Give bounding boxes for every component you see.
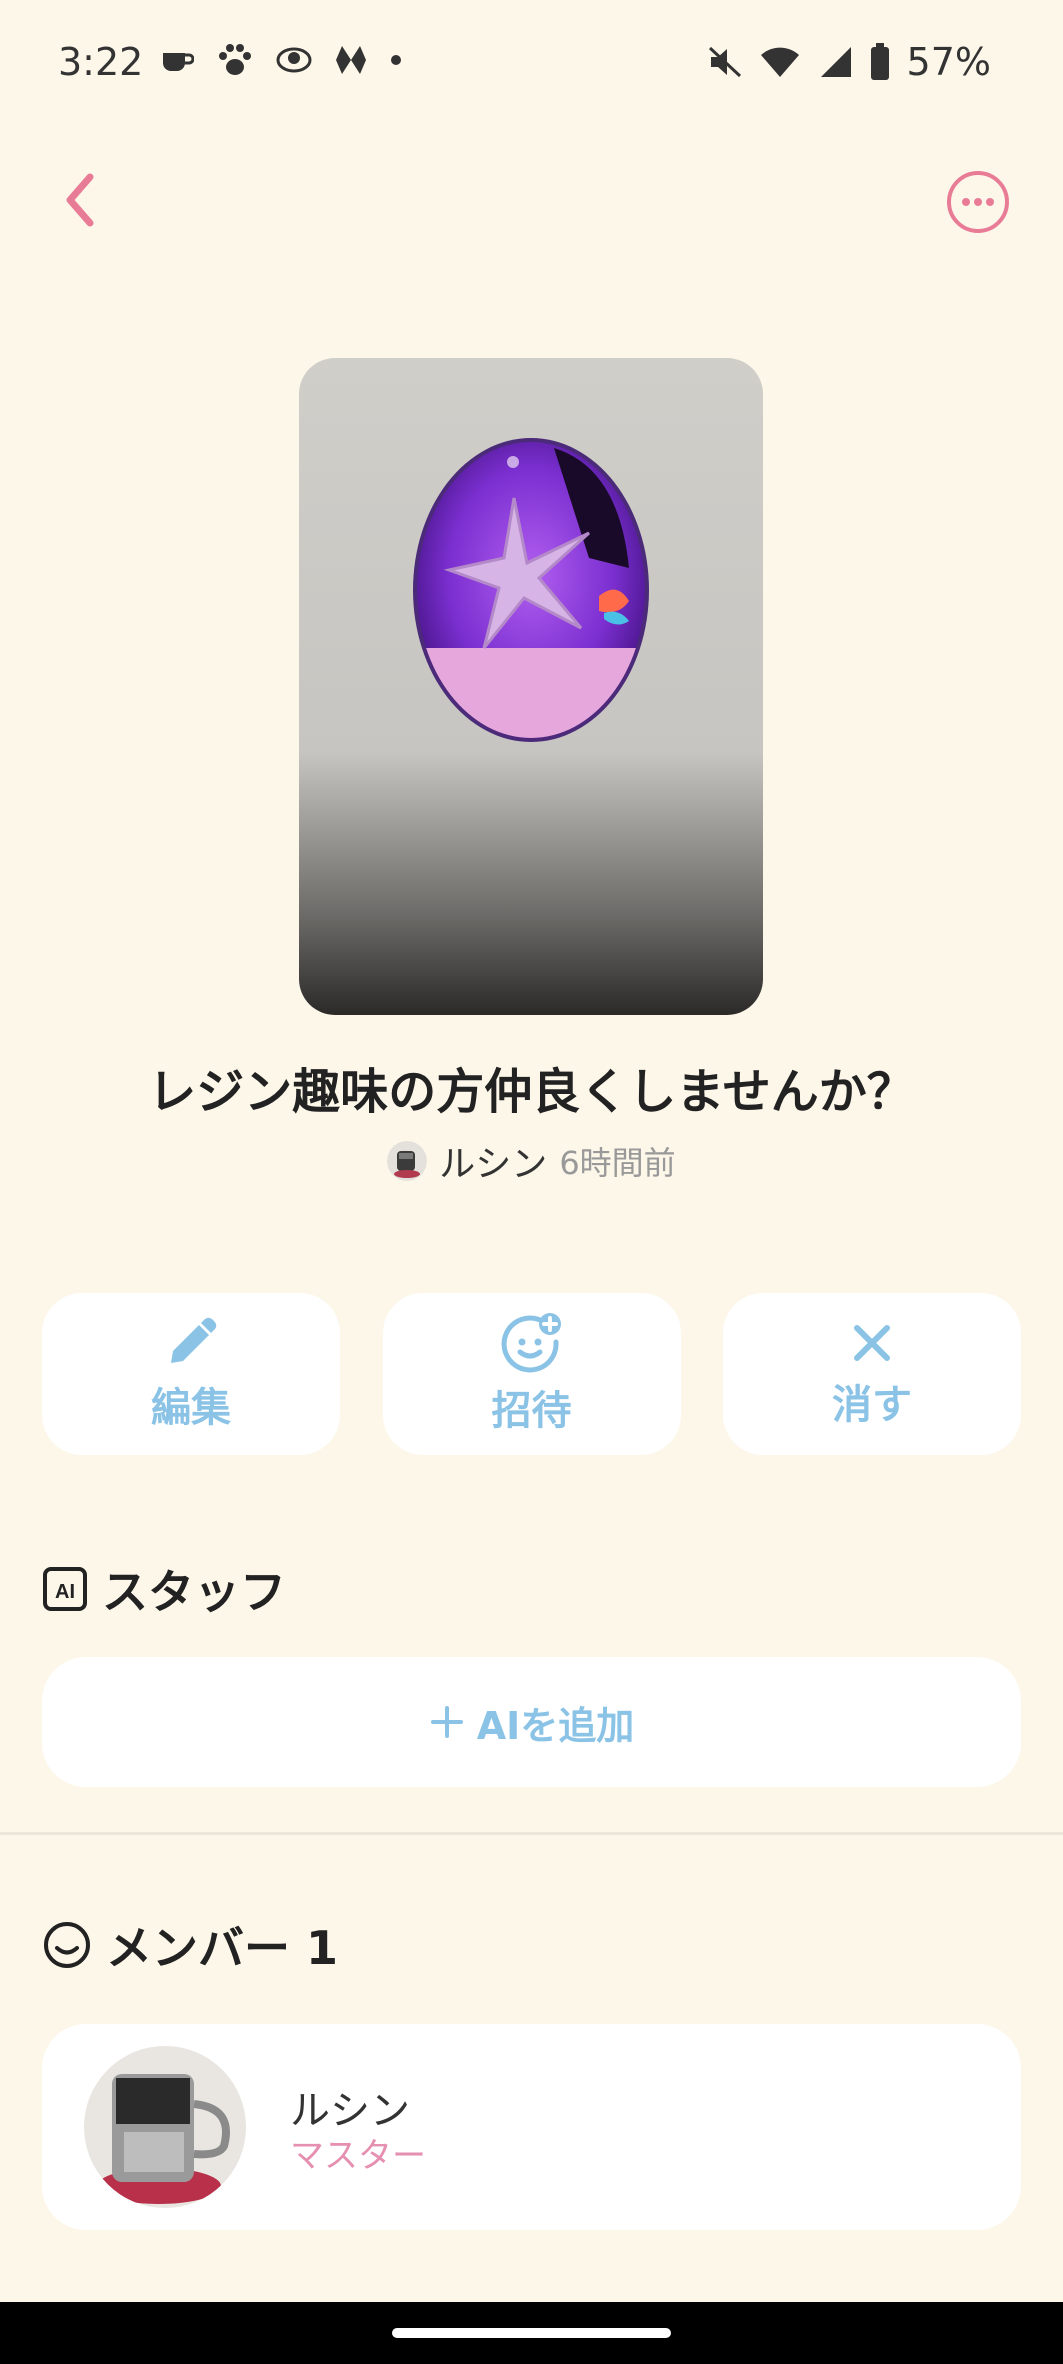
- chevron-left-icon: [66, 173, 94, 227]
- back-button[interactable]: [52, 165, 112, 235]
- home-handle[interactable]: [392, 2328, 671, 2338]
- more-options-button[interactable]: [946, 170, 1010, 234]
- post-author[interactable]: ルシン 6時間前: [0, 1135, 1063, 1187]
- paw-icon: [219, 44, 251, 75]
- ai-icon: AI: [43, 1567, 87, 1611]
- post-image[interactable]: [299, 358, 763, 1015]
- action-row: 編集 招待 消す: [42, 1293, 1021, 1455]
- pencil-icon: [171, 1317, 217, 1363]
- edit-label: 編集: [151, 1385, 231, 1431]
- resin-charm-photo: [299, 358, 763, 1015]
- invite-button[interactable]: 招待: [382, 1293, 681, 1455]
- member-avatar: [84, 2046, 246, 2208]
- system-status: 57%: [707, 40, 991, 84]
- svg-text:AI: AI: [55, 1581, 75, 1603]
- post-title: レジン趣味の方仲良くしませんか？: [148, 1064, 915, 1120]
- member-role: マスター: [290, 2136, 426, 2176]
- cup-icon: [163, 53, 194, 71]
- author-avatar: [387, 1141, 428, 1181]
- invite-face-icon: [501, 1313, 561, 1373]
- more-horizontal-icon: [947, 171, 1009, 233]
- add-ai-label: AIを追加: [476, 1703, 635, 1748]
- signal-icon: [820, 47, 851, 77]
- staff-section-header: AI スタッフ: [42, 1556, 286, 1622]
- notification-icons: [160, 42, 402, 78]
- section-divider: [0, 1832, 1063, 1835]
- wifi-icon: [760, 47, 799, 77]
- status-bar: 3:22 57%: [0, 0, 1063, 130]
- battery-icon: [870, 43, 889, 80]
- members-section-header: メンバー 1: [42, 1912, 338, 1978]
- author-name: ルシン: [439, 1144, 548, 1185]
- add-ai-button[interactable]: AIを追加: [42, 1657, 1021, 1787]
- smile-icon: [44, 1922, 90, 1968]
- member-card[interactable]: ルシン マスター: [42, 2024, 1021, 2230]
- invite-label: 招待: [491, 1388, 572, 1434]
- post-time: 6時間前: [559, 1144, 676, 1182]
- delete-label: 消す: [832, 1382, 912, 1428]
- staff-section-title: スタッフ: [102, 1565, 286, 1619]
- close-icon: [854, 1325, 890, 1361]
- eye-icon: [276, 47, 312, 73]
- mute-icon: [708, 46, 741, 78]
- edit-button[interactable]: 編集: [42, 1293, 340, 1455]
- battery-percent: 57%: [906, 40, 991, 84]
- delete-button[interactable]: 消す: [723, 1293, 1021, 1455]
- members-section-title: メンバー 1: [106, 1921, 339, 1975]
- app-icon: [336, 46, 366, 74]
- dot-icon: [391, 55, 401, 65]
- status-time: 3:22: [58, 40, 144, 84]
- system-nav-bar: [0, 2302, 1063, 2364]
- plus-icon: [430, 1706, 463, 1738]
